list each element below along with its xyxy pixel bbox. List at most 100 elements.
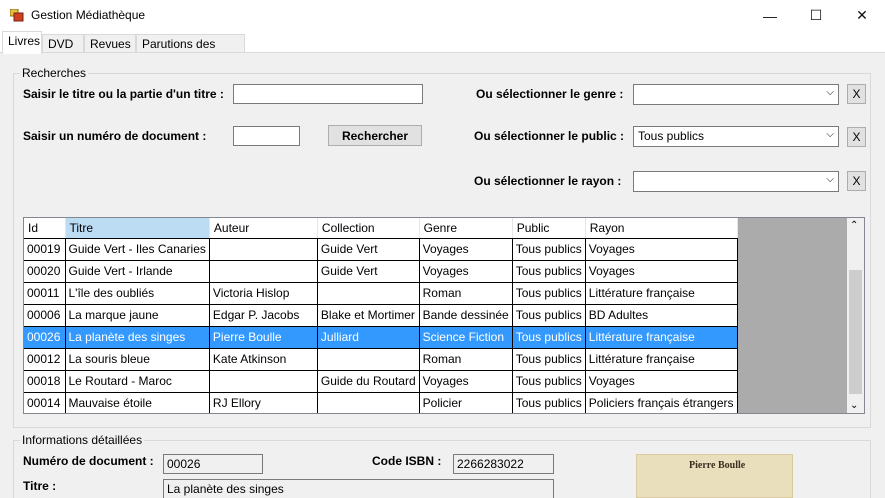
genre-label: Ou sélectionner le genre : <box>476 87 624 101</box>
table-row[interactable]: 00018 Le Routard - Maroc Guide du Routar… <box>24 370 738 393</box>
chevron-down-icon: ⌵ <box>826 87 834 98</box>
cell-public: Tous publics <box>512 326 586 349</box>
table-row[interactable]: 00014 Mauvaise étoile RJ Ellory Policier… <box>24 392 738 413</box>
tab-page-livres: Recherches Saisir le titre ou la partie … <box>0 53 885 498</box>
rayon-select[interactable]: ⌵ <box>633 171 839 192</box>
cell-collection: Julliard <box>317 326 420 349</box>
column-header-genre[interactable]: Genre <box>419 218 513 239</box>
cell-id: 00020 <box>24 260 66 283</box>
column-header-collection[interactable]: Collection <box>317 218 420 239</box>
maximize-button[interactable]: ☐ <box>793 0 839 31</box>
column-header-rayon[interactable]: Rayon <box>585 218 738 239</box>
close-button[interactable]: ✕ <box>839 0 885 31</box>
detail-titre-field[interactable]: La planète des singes <box>163 479 554 498</box>
cell-id: 00019 <box>24 238 66 261</box>
cell-id: 00018 <box>24 370 66 393</box>
cell-rayon: Policiers français étrangers <box>585 392 738 413</box>
rechercher-button[interactable]: Rechercher <box>328 125 422 146</box>
cell-rayon: Littérature française <box>585 282 738 305</box>
table-row-selected[interactable]: 00026 La planète des singes Pierre Boull… <box>24 326 738 349</box>
table-row[interactable]: 00020 Guide Vert - Irlande Guide Vert Vo… <box>24 260 738 283</box>
cell-genre: Voyages <box>419 370 513 393</box>
clear-genre-button[interactable]: X <box>847 84 866 104</box>
cell-rayon: BD Adultes <box>585 304 738 327</box>
column-header-auteur[interactable]: Auteur <box>209 218 318 239</box>
livres-grid[interactable]: Id Titre Auteur Collection Genre Public … <box>23 217 865 414</box>
column-header-titre[interactable]: Titre <box>65 218 210 239</box>
table-row[interactable]: 00006 La marque jaune Edgar P. Jacobs Bl… <box>24 304 738 327</box>
scroll-down-icon[interactable]: ⌄ <box>850 400 858 411</box>
cell-genre: Voyages <box>419 260 513 283</box>
numero-search-input[interactable] <box>233 126 300 146</box>
cell-collection <box>317 392 420 413</box>
cell-id: 00011 <box>24 282 66 305</box>
tab-parutions[interactable]: Parutions des revues <box>136 34 245 65</box>
cell-public: Tous publics <box>512 370 586 393</box>
titre-search-input[interactable] <box>233 84 423 104</box>
cell-id: 00012 <box>24 348 66 371</box>
scroll-thumb[interactable] <box>849 270 862 394</box>
public-select[interactable]: Tous publics ⌵ <box>633 126 839 147</box>
table-row[interactable]: 00012 La souris bleue Kate Atkinson Roma… <box>24 348 738 371</box>
cell-titre: La marque jaune <box>65 304 210 327</box>
column-header-id[interactable]: Id <box>24 218 66 239</box>
cell-rayon: Littérature française <box>585 348 738 371</box>
cell-titre: Le Routard - Maroc <box>65 370 210 393</box>
scroll-up-icon[interactable]: ⌃ <box>850 220 858 231</box>
cell-public: Tous publics <box>512 282 586 305</box>
cell-titre: La planète des singes <box>65 326 210 349</box>
cell-genre: Science Fiction <box>419 326 513 349</box>
cell-titre: L'île des oubliés <box>65 282 210 305</box>
chevron-down-icon: ⌵ <box>826 129 834 140</box>
cell-auteur <box>209 370 318 393</box>
cell-public: Tous publics <box>512 238 586 261</box>
cell-rayon: Voyages <box>585 370 738 393</box>
public-label: Ou sélectionner le public : <box>474 129 625 143</box>
cell-collection: Guide Vert <box>317 238 420 261</box>
book-cover-image: Pierre Boulle <box>636 454 793 498</box>
table-row[interactable]: 00011 L'île des oubliés Victoria Hislop … <box>24 282 738 305</box>
genre-select[interactable]: ⌵ <box>633 84 839 105</box>
cell-collection <box>317 282 420 305</box>
cover-author-text: Pierre Boulle <box>689 460 746 471</box>
cell-auteur: Kate Atkinson <box>209 348 318 371</box>
tab-livres[interactable]: Livres <box>2 31 42 54</box>
clear-public-button[interactable]: X <box>847 127 866 147</box>
recherches-group-title: Recherches <box>20 66 89 80</box>
titre-search-label: Saisir le titre ou la partie d'un titre … <box>23 87 224 101</box>
cell-genre: Voyages <box>419 238 513 261</box>
cell-rayon: Littérature française <box>585 326 738 349</box>
table-row[interactable]: 00019 Guide Vert - Iles Canaries Guide V… <box>24 238 738 261</box>
detail-numero-field[interactable]: 00026 <box>163 454 263 474</box>
cell-id: 00026 <box>24 326 66 349</box>
cell-titre: Guide Vert - Irlande <box>65 260 210 283</box>
cell-collection <box>317 348 420 371</box>
cell-auteur <box>209 260 318 283</box>
cell-collection: Guide du Routard <box>317 370 420 393</box>
tab-revues[interactable]: Revues <box>84 34 136 53</box>
cell-genre: Roman <box>419 348 513 371</box>
rayon-label: Ou sélectionner le rayon : <box>474 174 622 188</box>
tab-dvd[interactable]: DVD <box>42 34 84 53</box>
cell-rayon: Voyages <box>585 238 738 261</box>
clear-rayon-button[interactable]: X <box>847 171 866 191</box>
cell-public: Tous publics <box>512 260 586 283</box>
chevron-down-icon: ⌵ <box>826 174 834 185</box>
detail-isbn-field[interactable]: 2266283022 <box>453 454 554 474</box>
column-header-public[interactable]: Public <box>512 218 586 239</box>
grid-vertical-scrollbar[interactable]: ⌃ ⌄ <box>847 218 864 413</box>
detail-numero-label: Numéro de document : <box>23 454 154 468</box>
cell-id: 00006 <box>24 304 66 327</box>
cell-auteur: Pierre Boulle <box>209 326 318 349</box>
cell-collection: Guide Vert <box>317 260 420 283</box>
cell-public: Tous publics <box>512 348 586 371</box>
numero-search-label: Saisir un numéro de document : <box>23 129 207 143</box>
cell-genre: Roman <box>419 282 513 305</box>
minimize-button[interactable]: — <box>747 0 793 31</box>
cell-genre: Bande dessinée <box>419 304 513 327</box>
cell-auteur <box>209 238 318 261</box>
tab-strip: Livres DVD Revues Parutions des revues <box>0 31 885 65</box>
cell-titre: Guide Vert - Iles Canaries <box>65 238 210 261</box>
title-bar: Gestion Médiathèque — ☐ ✕ <box>0 0 885 31</box>
public-select-value: Tous publics <box>638 129 705 143</box>
